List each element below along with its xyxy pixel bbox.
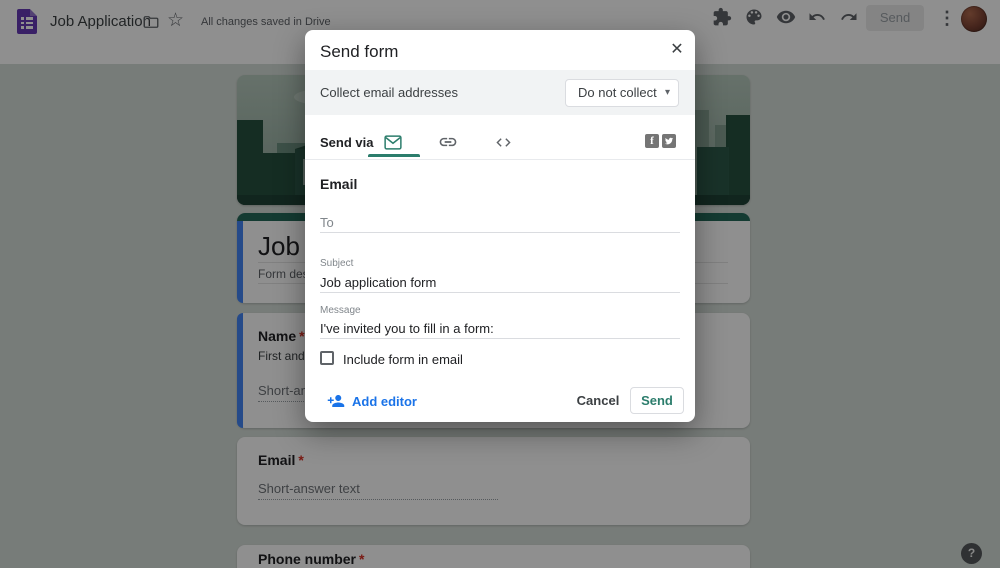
include-form-checkbox[interactable] [320, 351, 334, 365]
person-add-icon [327, 392, 345, 410]
email-section-heading: Email [320, 176, 357, 192]
add-editor-button[interactable]: Add editor [327, 392, 417, 410]
tab-embed[interactable] [483, 130, 523, 154]
message-label: Message [320, 305, 361, 316]
close-icon[interactable]: ✕ [665, 38, 689, 62]
dialog-send-button[interactable]: Send [630, 387, 684, 414]
twitter-icon [664, 136, 674, 146]
collect-email-dropdown[interactable]: Do not collect ▾ [565, 79, 679, 107]
collect-email-label: Collect email addresses [320, 85, 458, 100]
share-twitter-button[interactable] [662, 134, 676, 148]
to-input[interactable] [320, 212, 680, 233]
send-form-dialog: Send form ✕ Collect email addresses Do n… [305, 30, 695, 422]
screen: Job Application ☆ All changes saved in D… [0, 0, 1000, 568]
facebook-icon: f [650, 135, 654, 147]
dialog-title: Send form [320, 42, 398, 62]
add-editor-label: Add editor [345, 394, 417, 409]
dropdown-caret-icon: ▾ [665, 87, 670, 98]
collect-email-row: Collect email addresses Do not collect ▾ [305, 70, 695, 115]
envelope-icon [384, 135, 402, 150]
tab-link[interactable] [428, 130, 468, 154]
share-facebook-button[interactable]: f [645, 134, 659, 148]
tabs-divider [305, 159, 695, 160]
send-via-label: Send via [320, 135, 373, 150]
subject-input[interactable] [320, 273, 680, 293]
active-tab-underline [368, 154, 420, 157]
dropdown-value: Do not collect [578, 85, 657, 100]
tab-email[interactable] [373, 130, 413, 154]
link-icon [438, 132, 458, 152]
cancel-button[interactable]: Cancel [575, 390, 621, 412]
embed-code-icon [495, 134, 512, 151]
subject-label: Subject [320, 258, 353, 269]
message-input[interactable] [320, 319, 680, 339]
include-form-checkbox-label: Include form in email [343, 352, 463, 367]
